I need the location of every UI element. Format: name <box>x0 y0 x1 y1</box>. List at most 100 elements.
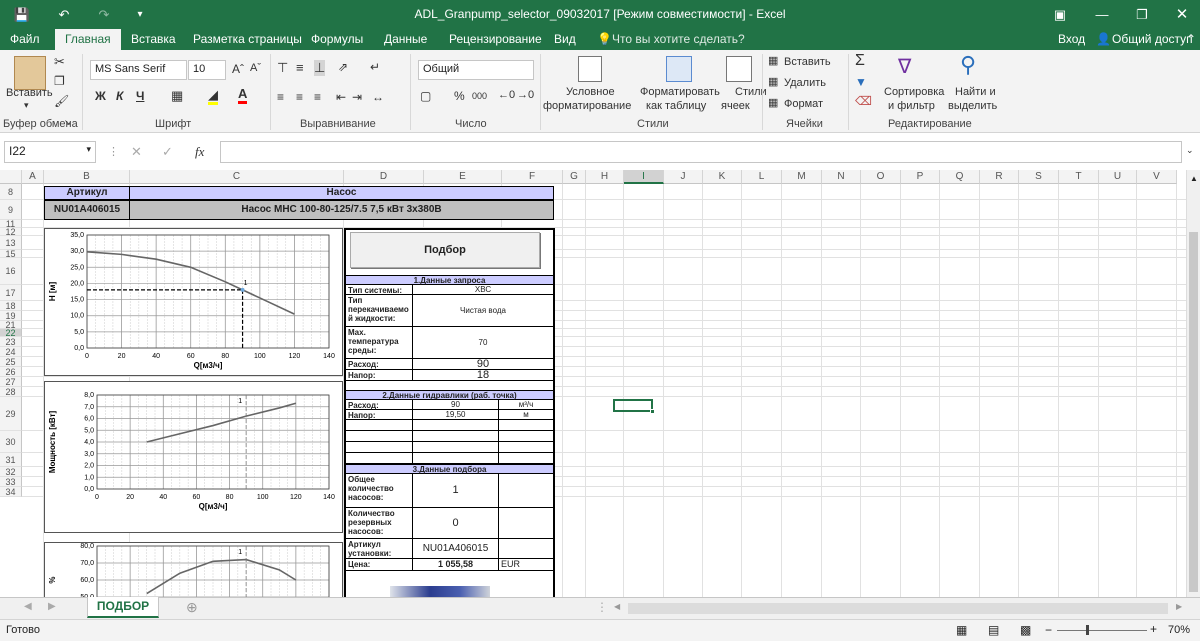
label-system-type[interactable]: Тип системы: <box>346 285 413 295</box>
column-header[interactable]: M <box>782 170 822 184</box>
tab-review[interactable]: Рецензирование <box>449 32 542 46</box>
increase-decimal-icon[interactable]: ←0 <box>498 89 515 101</box>
column-header[interactable]: K <box>703 170 742 184</box>
value-flow-op[interactable]: 90 <box>413 400 499 410</box>
cell-styles-label2[interactable]: ячеек <box>721 100 750 112</box>
align-middle-icon[interactable]: ≡ <box>296 60 304 75</box>
value-liquid-type[interactable]: Чистая вода <box>413 295 553 327</box>
paste-icon[interactable] <box>14 56 46 90</box>
column-header[interactable]: L <box>742 170 782 184</box>
format-table-label1[interactable]: Форматировать <box>640 86 720 98</box>
ribbon-display-icon[interactable]: ▣ <box>1048 5 1072 25</box>
tab-file[interactable]: Файл <box>10 32 40 46</box>
column-header[interactable]: F <box>502 170 563 184</box>
row-header[interactable]: 30 <box>0 431 22 453</box>
unit-head-op[interactable]: м <box>499 410 553 420</box>
efficiency-chart[interactable]: 80,070,060,050,040,0%1 <box>44 542 343 597</box>
restore-icon[interactable]: ❐ <box>1130 5 1154 25</box>
percent-button[interactable]: % <box>454 89 465 103</box>
column-header[interactable]: Q <box>940 170 980 184</box>
formula-input[interactable] <box>220 141 1182 163</box>
empty-cell[interactable] <box>346 420 413 431</box>
insert-cells-icon[interactable]: ▦ <box>768 54 778 67</box>
label-liquid-type[interactable]: Тип перекачиваемо й жидкости: <box>346 295 413 327</box>
cancel-icon[interactable]: ✕ <box>131 144 142 160</box>
value-total-pumps[interactable]: 1 <box>413 474 499 508</box>
align-right-icon[interactable]: ≡ <box>314 90 321 104</box>
horizontal-scrollbar[interactable] <box>628 603 1168 614</box>
zoom-out-icon[interactable]: − <box>1045 623 1052 637</box>
next-sheet-icon[interactable]: ▶ <box>48 601 56 612</box>
row-header[interactable]: 34 <box>0 487 22 497</box>
row-header[interactable]: 8 <box>0 184 22 200</box>
tab-formulas[interactable]: Формулы <box>311 32 363 46</box>
borders-icon[interactable]: ▦ <box>171 88 183 104</box>
paste-dropdown-icon[interactable]: ▾ <box>24 100 29 111</box>
row-header[interactable]: 11 <box>0 220 22 228</box>
increase-indent-icon[interactable]: ⇥ <box>352 90 362 104</box>
decrease-indent-icon[interactable]: ⇤ <box>336 90 346 104</box>
empty-cell[interactable] <box>499 420 553 431</box>
scroll-right-icon[interactable]: ▶ <box>1176 602 1182 611</box>
value-unit-article[interactable]: NU01A406015 <box>413 539 499 559</box>
empty-cell[interactable] <box>499 442 553 453</box>
format-table-label2[interactable]: как таблицу <box>646 100 706 112</box>
select-all[interactable] <box>0 170 22 184</box>
column-header[interactable]: V <box>1137 170 1177 184</box>
row-header[interactable]: 27 <box>0 377 22 387</box>
selected-cell[interactable] <box>613 399 653 412</box>
row-header[interactable]: 17 <box>0 285 22 301</box>
label-max-temp[interactable]: Max. температура среды: <box>346 327 413 359</box>
value-head[interactable]: 18 <box>413 369 553 381</box>
sort-filter-label1[interactable]: Сортировка <box>884 86 944 98</box>
scroll-thumb[interactable] <box>1189 232 1198 592</box>
pump-name-value[interactable]: Насос MHC 100-80-125/7.5 7,5 кВт 3х380В <box>129 200 554 220</box>
format-as-table-icon[interactable] <box>666 56 692 82</box>
value-head-op[interactable]: 19,50 <box>413 410 499 420</box>
label-price[interactable]: Цена: <box>346 559 413 571</box>
format-cells-button[interactable]: Формат <box>784 98 823 110</box>
row-header[interactable]: 25 <box>0 357 22 367</box>
clear-icon[interactable]: ⌫ <box>855 94 872 108</box>
power-chart[interactable]: 8,0 7,0 6,0 5,0 4,0 3,0 2,0 1,0 0,0 0 20 40 60 80 100 1… <box>44 381 343 533</box>
column-header[interactable]: B <box>44 170 130 184</box>
orientation-icon[interactable]: ⇗ <box>338 60 348 74</box>
clipboard-launcher-icon[interactable]: ↘ <box>64 118 71 127</box>
font-name-select[interactable]: MS Sans Serif <box>90 60 187 80</box>
zoom-level[interactable]: 70% <box>1168 624 1190 636</box>
column-header[interactable]: S <box>1019 170 1059 184</box>
row-header[interactable]: 26 <box>0 367 22 377</box>
row-header[interactable]: 19 <box>0 311 22 321</box>
column-header[interactable]: D <box>344 170 424 184</box>
font-color-icon[interactable]: A <box>238 87 248 104</box>
currency-icon[interactable]: ▢ <box>420 89 431 103</box>
value-reserve-pumps[interactable]: 0 <box>413 508 499 539</box>
font-size-select[interactable]: 10 <box>188 60 226 80</box>
row-header[interactable]: 13 <box>0 236 22 250</box>
align-left-icon[interactable]: ≡ <box>277 90 284 104</box>
insert-function-button[interactable]: fx <box>195 144 204 160</box>
column-header[interactable]: N <box>822 170 861 184</box>
tab-data[interactable]: Данные <box>384 32 427 46</box>
zoom-slider[interactable] <box>1057 630 1147 631</box>
scroll-up-icon[interactable]: ▲ <box>1190 174 1198 183</box>
align-bottom-icon[interactable]: ⊥ <box>314 60 326 76</box>
row-header[interactable]: 9 <box>0 200 22 220</box>
tab-insert[interactable]: Вставка <box>131 32 176 46</box>
cut-icon[interactable]: ✂ <box>54 54 65 70</box>
decrease-decimal-icon[interactable]: →0 <box>517 89 534 101</box>
column-header[interactable]: C <box>130 170 344 184</box>
sheet-tab-podbor[interactable]: ПОДБОР <box>87 597 159 618</box>
row-header[interactable]: 18 <box>0 301 22 311</box>
enter-icon[interactable]: ✓ <box>162 144 173 160</box>
empty-cell[interactable] <box>413 453 499 464</box>
bold-button[interactable]: Ж <box>95 89 106 103</box>
find-select-label1[interactable]: Найти и <box>955 86 996 98</box>
row-header[interactable]: 29 <box>0 397 22 431</box>
article-value[interactable]: NU01A406015 <box>44 200 130 220</box>
share-button[interactable]: Общий доступ <box>1112 32 1193 46</box>
minimize-icon[interactable]: — <box>1090 5 1114 25</box>
name-box[interactable]: I22 ▾ <box>4 141 96 163</box>
tab-splitter-icon[interactable]: ⋮ <box>596 600 608 614</box>
row-header[interactable]: 23 <box>0 337 22 347</box>
